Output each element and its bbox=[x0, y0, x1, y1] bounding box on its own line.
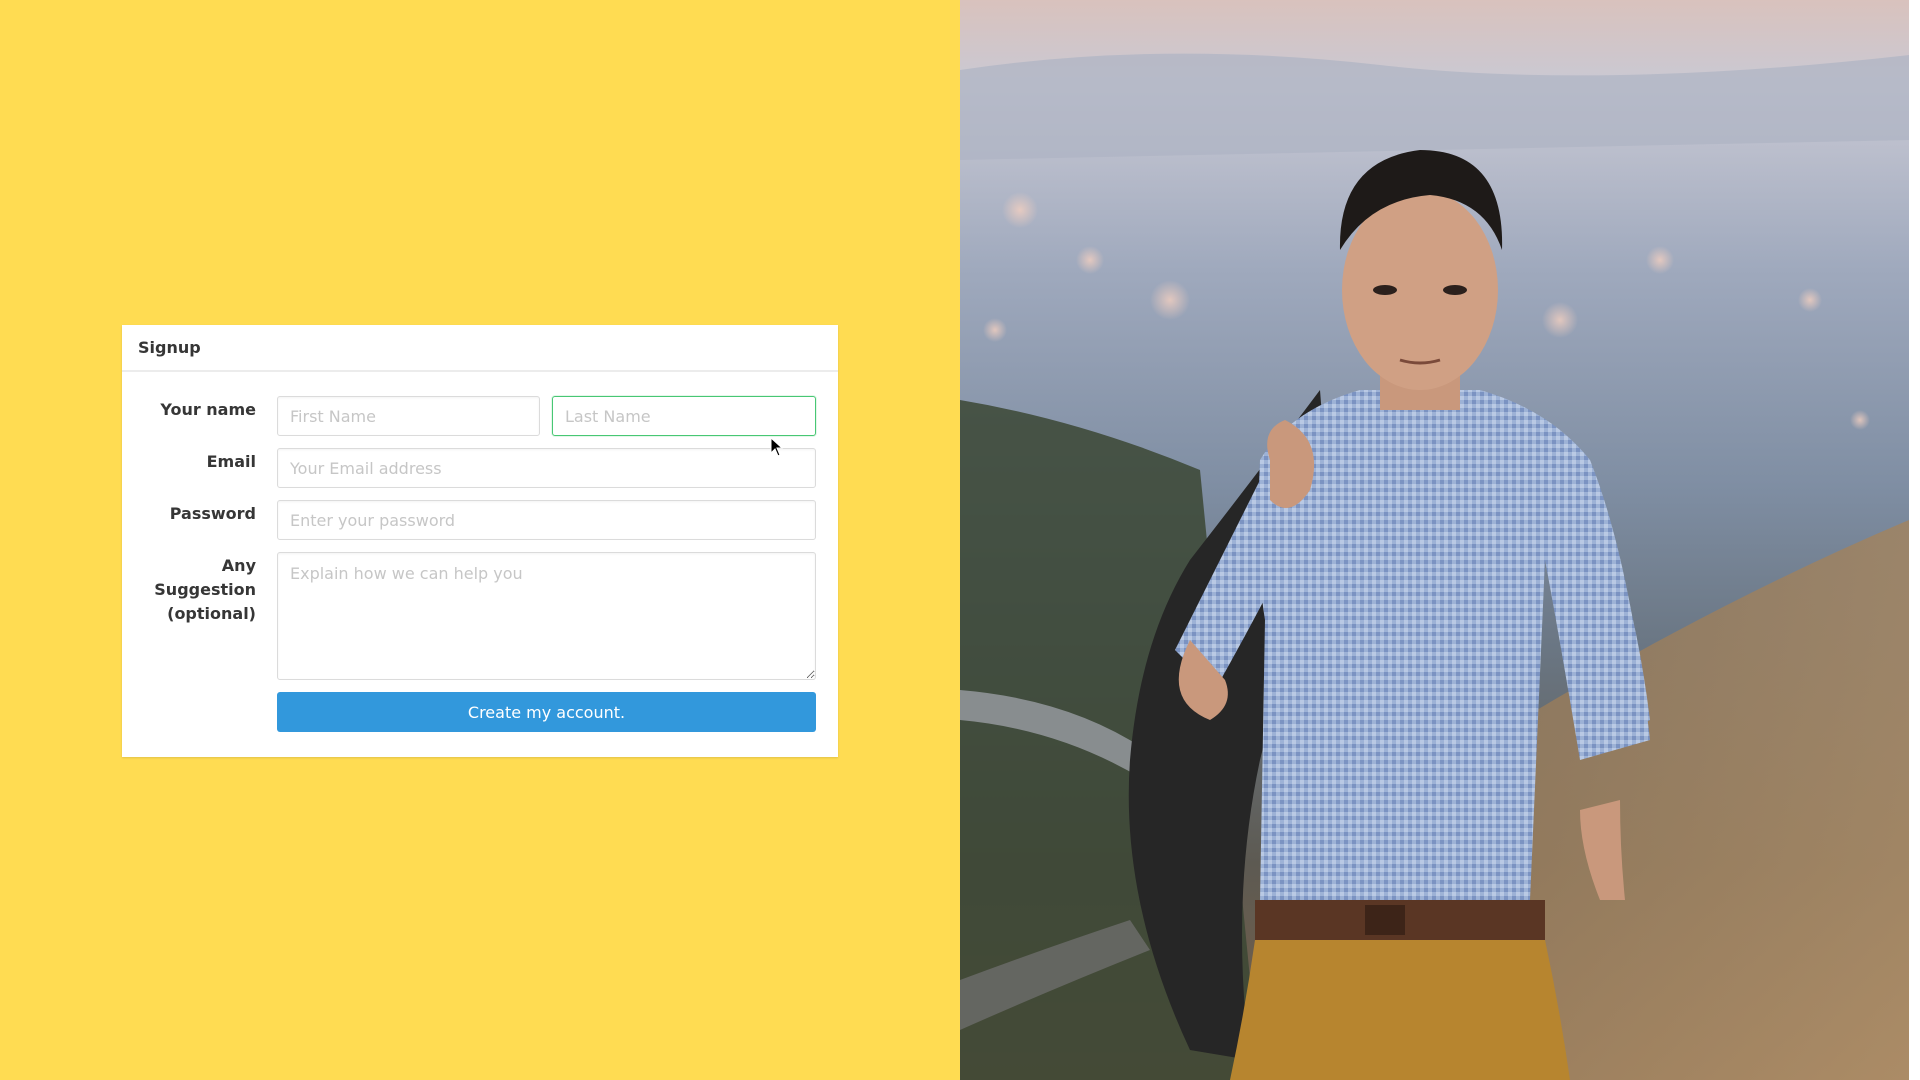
create-account-button[interactable]: Create my account. bbox=[277, 692, 816, 732]
signup-card: Signup Your name Email Password Any Sugg… bbox=[122, 325, 838, 757]
portrait-photo bbox=[960, 0, 1909, 1080]
password-label: Password bbox=[169, 504, 256, 523]
suggestion-label: Any Suggestion (optional) bbox=[154, 556, 256, 623]
suggestion-textarea[interactable] bbox=[277, 552, 816, 680]
mouse-cursor-icon bbox=[770, 437, 784, 457]
right-edge-strip bbox=[1909, 0, 1920, 1080]
signup-page: Signup Your name Email Password Any Sugg… bbox=[0, 0, 1920, 1080]
email-label: Email bbox=[206, 452, 256, 471]
hero-photo-panel bbox=[960, 0, 1909, 1080]
name-label: Your name bbox=[160, 400, 256, 419]
form-panel: Signup Your name Email Password Any Sugg… bbox=[0, 0, 960, 1080]
password-input[interactable] bbox=[277, 500, 816, 540]
signup-card-title: Signup bbox=[122, 325, 838, 372]
last-name-input[interactable] bbox=[552, 396, 816, 436]
first-name-input[interactable] bbox=[277, 396, 540, 436]
email-input[interactable] bbox=[277, 448, 816, 488]
